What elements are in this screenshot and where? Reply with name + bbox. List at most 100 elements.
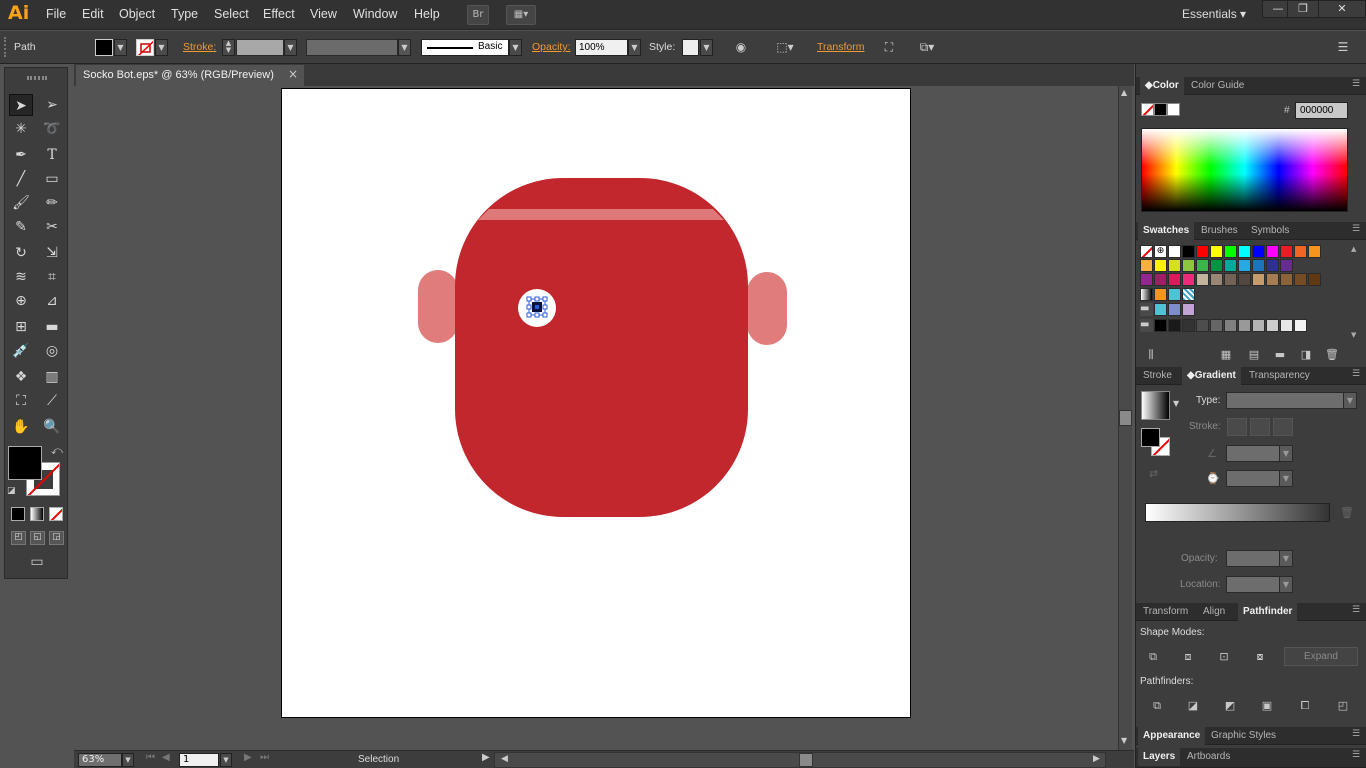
color-swatch[interactable]: [1168, 273, 1181, 286]
color-swatch[interactable]: [1168, 259, 1181, 272]
arrange-documents-button[interactable]: ▦▾: [506, 5, 536, 25]
graphic-style-dropdown[interactable]: ▼: [700, 39, 713, 56]
stroke-swatch[interactable]: [136, 39, 154, 56]
color-swatch[interactable]: [1182, 245, 1195, 258]
color-swatch[interactable]: [1196, 273, 1209, 286]
gradient-slider[interactable]: [1145, 503, 1330, 522]
apply-gradient-across-stroke-icon[interactable]: [1273, 418, 1293, 436]
opacity-label[interactable]: Opacity:: [532, 41, 571, 53]
color-swatch[interactable]: [1252, 273, 1265, 286]
gradient-location-input[interactable]: [1226, 576, 1281, 593]
lasso-tool-icon[interactable]: ➰: [40, 118, 64, 140]
menu-select[interactable]: Select: [214, 7, 249, 21]
apply-gradient-within-stroke-icon[interactable]: [1227, 418, 1247, 436]
menu-file[interactable]: File: [46, 7, 66, 21]
fill-swatch[interactable]: [95, 39, 113, 56]
rounded-rectangle-tool-icon[interactable]: ▭: [40, 168, 64, 190]
swatches-panel-menu-icon[interactable]: ☰: [1352, 224, 1360, 234]
stroke-dropdown[interactable]: ▼: [155, 39, 168, 56]
selection-tool-icon[interactable]: ➤: [9, 94, 33, 116]
align-selection-icon[interactable]: ⬚▾: [772, 39, 798, 56]
mesh-tool-icon[interactable]: ⊞: [9, 316, 33, 338]
color-swatch[interactable]: [1154, 259, 1167, 272]
horizontal-scroll-thumb[interactable]: [799, 753, 813, 767]
change-screen-mode-icon[interactable]: ▭: [25, 554, 49, 570]
color-white-swatch[interactable]: [1167, 103, 1180, 116]
tab-appearance[interactable]: Appearance: [1138, 727, 1206, 745]
gray-swatch[interactable]: [1238, 319, 1251, 332]
variable-width-profile[interactable]: [306, 39, 398, 56]
intersect-icon[interactable]: ⊡: [1214, 648, 1234, 666]
draw-normal-icon[interactable]: ◰: [11, 531, 26, 545]
appearance-panel-menu-icon[interactable]: ☰: [1352, 729, 1360, 739]
bridge-button[interactable]: Br: [467, 5, 489, 25]
gray-swatch[interactable]: [1266, 319, 1279, 332]
pathfinder-panel-menu-icon[interactable]: ☰: [1352, 605, 1360, 615]
zoom-dropdown[interactable]: ▼: [122, 753, 134, 767]
type-tool-icon[interactable]: T: [40, 144, 64, 166]
color-swatch[interactable]: [1308, 273, 1321, 286]
color-swatch[interactable]: [1154, 273, 1167, 286]
control-panel-menu-icon[interactable]: ☰: [1334, 39, 1352, 56]
color-spectrum[interactable]: [1141, 128, 1348, 212]
color-swatch[interactable]: [1308, 245, 1321, 258]
swatch-gradient-bw[interactable]: [1140, 288, 1153, 301]
color-swatch[interactable]: [1140, 273, 1153, 286]
color-swatch[interactable]: [1224, 245, 1237, 258]
tab-swatches[interactable]: Swatches: [1138, 222, 1195, 240]
menu-window[interactable]: Window: [353, 7, 397, 21]
scroll-left-icon[interactable]: ◀: [501, 754, 508, 764]
transform-link[interactable]: Transform: [817, 41, 864, 53]
gray-swatch[interactable]: [1210, 319, 1223, 332]
minus-front-icon[interactable]: ⧈: [1178, 648, 1198, 666]
color-swatch[interactable]: [1252, 259, 1265, 272]
gray-swatch[interactable]: [1182, 319, 1195, 332]
hand-tool-icon[interactable]: ✋: [9, 416, 33, 438]
swatch-gradient-orange[interactable]: [1154, 288, 1167, 301]
color-swatch[interactable]: [1196, 245, 1209, 258]
divide-icon[interactable]: ⧉: [1147, 697, 1167, 715]
opacity-dropdown[interactable]: ▼: [628, 39, 641, 56]
document-tab[interactable]: Socko Bot.eps* @ 63% (RGB/Preview): [76, 65, 304, 86]
variable-width-dropdown[interactable]: ▼: [398, 39, 411, 56]
tab-color-guide[interactable]: Color Guide: [1186, 77, 1249, 95]
magic-wand-tool-icon[interactable]: ✳: [9, 118, 33, 140]
swatches-scrollbar[interactable]: ▲ ▼: [1350, 245, 1360, 345]
delete-swatch-icon[interactable]: 🗑: [1322, 346, 1342, 364]
warp-tool-icon[interactable]: ≋: [9, 266, 33, 288]
stroke-weight-dropdown[interactable]: ▼: [284, 39, 297, 56]
gray-swatch[interactable]: [1154, 319, 1167, 332]
tab-stroke[interactable]: Stroke: [1138, 367, 1177, 385]
brush-dropdown[interactable]: ▼: [509, 39, 522, 56]
next-artboard-icon[interactable]: ▶: [244, 752, 252, 763]
exclude-icon[interactable]: ⧇: [1250, 648, 1270, 666]
fill-color-front[interactable]: [8, 446, 42, 480]
gradient-angle-input[interactable]: [1226, 445, 1281, 462]
pencil-tool-icon[interactable]: ✏: [40, 192, 64, 214]
color-swatch[interactable]: [1238, 245, 1251, 258]
color-swatch[interactable]: [1210, 273, 1223, 286]
gradient-location-dropdown[interactable]: ▼: [1279, 576, 1293, 593]
shape-builder-tool-icon[interactable]: ⊕: [9, 290, 33, 312]
gradient-type-select[interactable]: [1226, 392, 1346, 409]
gradient-tool-icon[interactable]: ▬: [40, 316, 64, 338]
tab-artboards[interactable]: Artboards: [1182, 748, 1235, 766]
color-swatch[interactable]: [1294, 273, 1307, 286]
color-swatch[interactable]: [1196, 259, 1209, 272]
swatch-none[interactable]: [1140, 245, 1153, 258]
color-swatch[interactable]: [1238, 259, 1251, 272]
stroke-weight-stepper[interactable]: ▲ ▼: [222, 39, 235, 56]
swatches-scroll-down-icon[interactable]: ▼: [1351, 331, 1356, 339]
swatch-folder-1-icon[interactable]: ▬: [1140, 303, 1153, 316]
swatch-group-1a[interactable]: [1154, 303, 1167, 316]
menu-view[interactable]: View: [310, 7, 337, 21]
color-panel-menu-icon[interactable]: ☰: [1352, 79, 1360, 89]
pen-tool-icon[interactable]: ✒: [9, 144, 33, 166]
brush-definition[interactable]: Basic: [421, 39, 509, 56]
color-none-swatch[interactable]: [1141, 103, 1154, 116]
symbol-sprayer-tool-icon[interactable]: ❖: [9, 366, 33, 388]
vertical-scroll-thumb[interactable]: [1119, 410, 1132, 426]
zoom-level-input[interactable]: 63%: [78, 753, 122, 767]
new-color-group-icon[interactable]: ▬: [1270, 346, 1290, 364]
unite-icon[interactable]: ⧉: [1143, 648, 1163, 666]
